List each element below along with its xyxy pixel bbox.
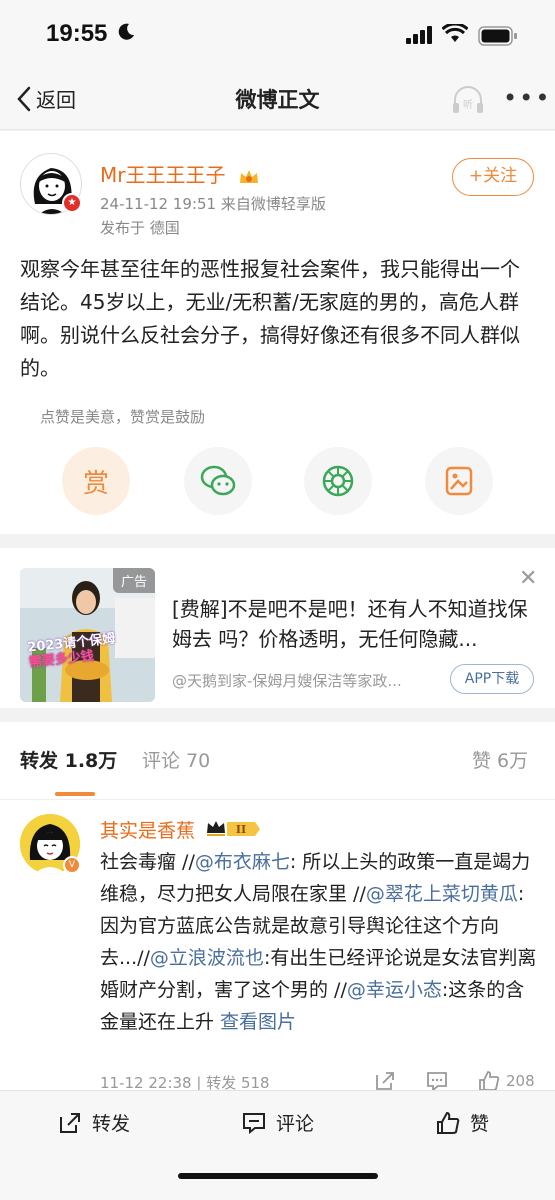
feedback-tabs: 转发 1.8万 评论 70 赞 6万	[0, 722, 555, 800]
bottom-toolbar: 转发 评论 赞	[0, 1090, 555, 1200]
mention-link[interactable]: 查看图片	[220, 1011, 296, 1033]
moments-share-button[interactable]	[304, 447, 372, 515]
repost-username-text: 其实是香蕉	[100, 820, 196, 842]
like-group[interactable]: 208	[478, 1070, 535, 1092]
save-image-button[interactable]	[425, 447, 493, 515]
post-location: 发布于 德国	[100, 219, 180, 237]
ad-image[interactable]: 广告 2023请个保姆 需要多少钱	[20, 568, 155, 702]
like-button-label: 赞	[470, 1113, 490, 1135]
thumb-up-icon	[479, 1071, 500, 1091]
wifi-icon	[442, 24, 468, 42]
repost-text-segment: 社会毒瘤 //	[100, 851, 195, 873]
reward-button[interactable]: 赏	[62, 447, 130, 515]
repost-button-label: 转发	[92, 1113, 131, 1135]
post-card: ★ Mr王王王王子 24-11-12 19:51 来自微博轻享版 发布于 德国 …	[0, 131, 555, 534]
wechat-share-button[interactable]	[184, 447, 252, 515]
tab-repost[interactable]: 转发 1.8万	[20, 746, 117, 773]
mention-link[interactable]: @幸运小态	[347, 979, 442, 1001]
home-indicator	[178, 1173, 378, 1179]
more-icon[interactable]: •••	[503, 84, 551, 112]
tab-like[interactable]: 赞 6万	[472, 746, 528, 773]
post-content: 观察今年甚至往年的恶性报复社会案件，我只能得出一个结论。45岁以上，无业/无积蓄…	[20, 257, 520, 380]
crown-icon	[239, 169, 258, 183]
wechat-icon	[200, 465, 236, 496]
repost-text: 社会毒瘤 //@布衣麻七: 所以上头的政策一直是竭力维稳，尽力把女人局限在家里 …	[100, 846, 538, 1038]
listen-icon[interactable]: 听	[450, 84, 486, 116]
comment-icon[interactable]	[426, 1071, 448, 1091]
signal-icon	[406, 26, 432, 44]
mention-link[interactable]: @布衣麻七	[195, 851, 290, 873]
status-bar: 19:55	[0, 0, 555, 70]
like-button[interactable]: 赞	[436, 1109, 489, 1136]
verified-badge-icon: ★	[62, 193, 82, 213]
verified-badge-icon: V	[63, 856, 81, 874]
listen-label: 听	[463, 99, 473, 111]
username-text: Mr王王王王子	[100, 163, 226, 187]
comment-button[interactable]: 评论	[242, 1109, 314, 1136]
follow-button[interactable]: +关注	[452, 158, 534, 196]
mention-link[interactable]: @翠花上菜切黄瓜	[366, 883, 518, 905]
repost-username[interactable]: 其实是香蕉 II	[100, 816, 261, 844]
thumb-up-icon	[437, 1111, 460, 1134]
post-meta: 24-11-12 19:51 来自微博轻享版	[100, 195, 326, 213]
ad-source[interactable]: @天鹅到家-保姆月嫂保洁等家政...	[172, 670, 442, 691]
moon-icon	[118, 23, 134, 40]
level-badge-icon: II	[205, 819, 261, 844]
ad-tag: 广告	[112, 568, 155, 593]
post-username[interactable]: Mr王王王王子	[100, 159, 260, 188]
nav-bar: 返回 微博正文 听 •••	[0, 70, 555, 130]
repost-button[interactable]: 转发	[58, 1109, 130, 1136]
repost-item[interactable]: V 其实是香蕉 II 社会毒瘤 //@布衣麻七: 所以上头的政策一直是竭力维稳，…	[0, 800, 555, 1092]
comment-icon	[243, 1112, 265, 1134]
tab-comment[interactable]: 评论 70	[142, 746, 210, 773]
comment-button-label: 评论	[276, 1113, 315, 1135]
ad-title[interactable]: [费解]不是吧不是吧！还有人不知道找保姆去 吗？价格透明，无任何隐藏...	[172, 594, 532, 654]
share-icon[interactable]	[374, 1071, 396, 1091]
level-text: II	[236, 823, 246, 836]
status-time: 19:55	[46, 20, 108, 47]
share-icon	[60, 1112, 80, 1133]
repost-actions: 208	[374, 1070, 535, 1092]
like-count: 208	[506, 1072, 535, 1090]
mention-link[interactable]: @立浪波流也	[150, 947, 264, 969]
image-share-icon	[445, 466, 473, 496]
reward-label: 赏	[82, 468, 109, 499]
battery-icon	[478, 26, 517, 46]
tab-underline	[55, 792, 95, 796]
moments-icon	[322, 465, 354, 497]
close-icon[interactable]: ✕	[519, 566, 537, 591]
ad-card[interactable]: 广告 2023请个保姆 需要多少钱 ✕ [费解]不是吧不是吧！还有人不知道找保姆…	[0, 548, 555, 708]
reward-tip: 点赞是美意，赞赏是鼓励	[40, 408, 206, 426]
app-download-button[interactable]: APP下载	[450, 664, 534, 694]
